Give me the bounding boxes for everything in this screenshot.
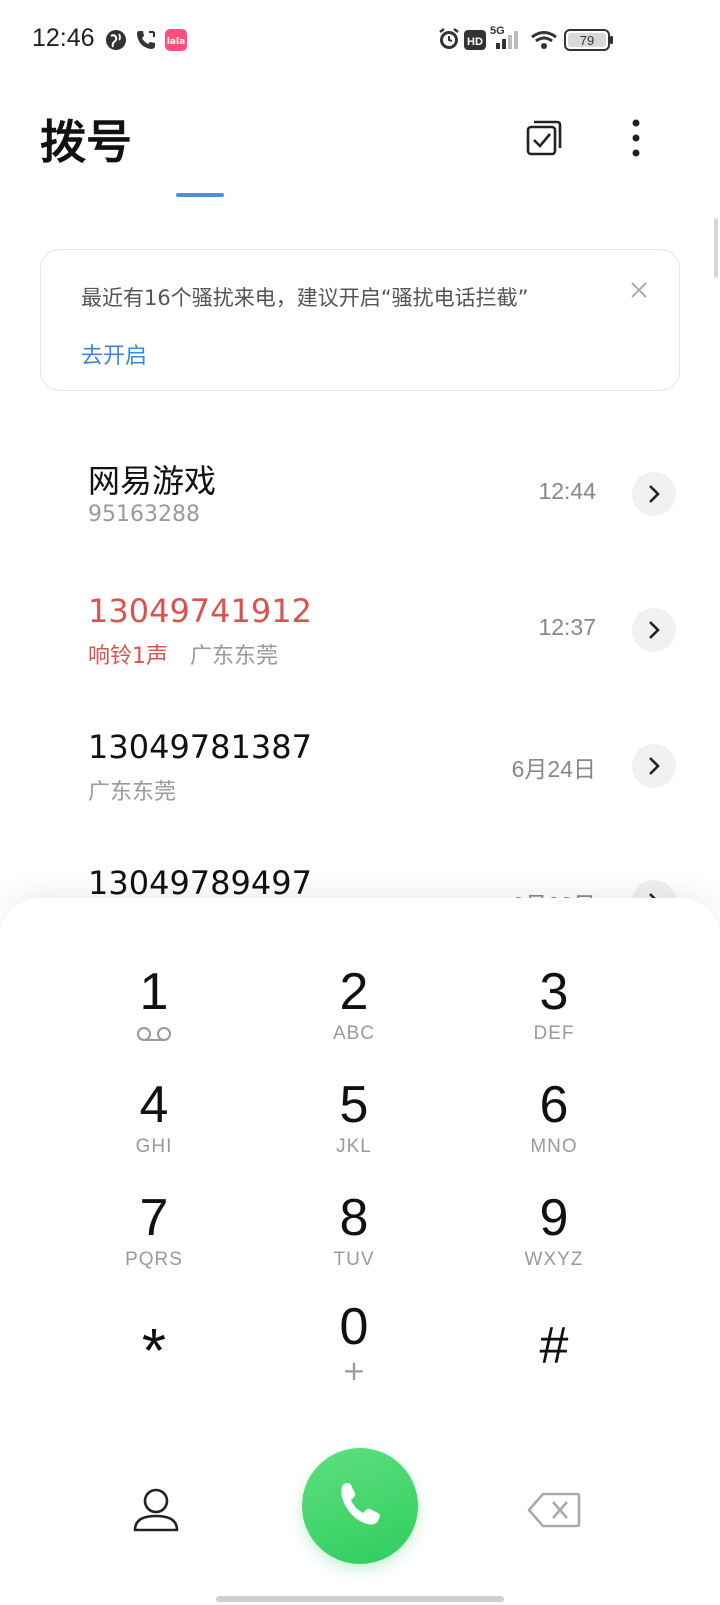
home-indicator[interactable] [216,1596,504,1602]
call-log-item[interactable]: 13049741912 响铃1声 广东东莞 12:37 [0,556,720,694]
globe-icon [104,28,128,52]
call-subtitle: 响铃1声 广东东莞 [88,638,278,670]
dial-key-0[interactable]: 0 + [254,1297,454,1407]
battery-icon: 79 [564,28,614,56]
call-time: 6月24日 [511,756,596,782]
contact-name: 13049741912 [88,592,312,630]
contact-name: 网易游戏 [88,462,217,500]
key-digit: 2 [339,963,369,1021]
tab-indicator [176,193,224,197]
key-letters: + [342,1354,366,1387]
svg-text:79: 79 [580,33,594,48]
key-digit: 3 [539,963,569,1021]
dial-key-3[interactable]: 3 DEF [454,962,654,1072]
key-digit: 8 [339,1189,369,1247]
dial-key-hash[interactable]: # [454,1316,654,1426]
chevron-right-icon [649,485,660,503]
key-digit: 7 [139,1189,169,1247]
person-icon [131,1486,181,1538]
alarm-icon [438,26,460,56]
backspace-icon [527,1492,581,1532]
phone-icon [335,1479,385,1533]
key-digit: 6 [539,1076,569,1134]
contact-name: 13049789497 [88,864,312,902]
phone-number: 95163288 [88,502,200,527]
dial-key-2[interactable]: 2 ABC [254,962,454,1072]
close-icon[interactable] [627,278,651,302]
key-letters: DEF [533,1023,575,1044]
key-digit: 4 [139,1076,169,1134]
key-letters: TUV [333,1249,375,1270]
spam-call-banner: 最近有16个骚扰来电，建议开启“骚扰电话拦截” 去开启 [40,249,680,391]
multi-select-icon [524,118,564,162]
call-log-item[interactable]: 13049781387 广东东莞 6月24日 [0,692,720,830]
enable-blocking-link[interactable]: 去开启 [81,338,147,370]
ring-count: 响铃1声 [88,644,168,669]
svg-text:HD: HD [467,36,483,48]
key-letters: MNO [530,1136,578,1157]
dialer-screen: 12:46 lala HD 5G 79 拨号 最近有16个骚扰来电，建议开启“骚… [0,0,720,1605]
more-vertical-icon [630,118,642,162]
multi-select-button[interactable] [520,116,568,164]
call-time: 12:37 [538,614,596,640]
dial-key-star[interactable]: * [54,1317,254,1432]
signal-5g-icon: 5G [490,24,524,56]
dial-key-8[interactable]: 8 TUV [254,1188,454,1298]
call-time: 12:44 [538,478,596,504]
key-letters: WXYZ [524,1249,584,1270]
chevron-right-icon [649,621,660,639]
contacts-button[interactable] [124,1480,188,1544]
call-log-list: 网易游戏 95163288 12:44 13049741912 响铃1声 广东东莞… [0,420,720,910]
contact-name: 13049781387 [88,728,312,766]
more-options-button[interactable] [612,116,660,164]
hd-icon: HD [464,30,486,54]
backspace-button[interactable] [522,1480,586,1544]
key-digit: 1 [139,963,169,1021]
dial-key-7[interactable]: 7 PQRS [54,1188,254,1298]
call-button[interactable] [302,1448,418,1564]
dial-key-6[interactable]: 6 MNO [454,1075,654,1185]
dial-key-4[interactable]: 4 GHI [54,1075,254,1185]
key-digit: 9 [539,1189,569,1247]
phone-icon [134,28,158,52]
call-location: 广东东莞 [88,780,177,805]
svg-text:lala: lala [167,37,185,47]
status-time: 12:46 [32,24,95,52]
dial-key-1[interactable]: 1 [54,962,254,1072]
svg-text:5G: 5G [490,25,505,37]
page-title: 拨号 [40,115,132,169]
key-digit: * [141,1317,167,1386]
banner-message: 最近有16个骚扰来电，建议开启“骚扰电话拦截” [81,286,529,310]
call-details-button[interactable] [632,472,676,516]
key-digit: 5 [339,1076,369,1134]
scrollbar[interactable] [714,218,718,278]
call-details-button[interactable] [632,608,676,652]
key-digit: 0 [339,1298,369,1356]
call-subtitle: 95163288 [88,502,200,527]
key-letters: ABC [332,1023,376,1044]
call-details-button[interactable] [632,744,676,788]
key-letters: PQRS [125,1249,183,1270]
call-subtitle: 广东东莞 [88,774,176,806]
key-letters: JKL [336,1136,372,1157]
wifi-icon [530,30,558,54]
key-digit: # [539,1317,569,1375]
chevron-right-icon [649,757,660,775]
key-letters: GHI [135,1136,173,1157]
call-location: 广东东莞 [190,644,279,669]
status-bar: 12:46 lala HD 5G 79 [0,0,720,80]
voicemail-icon [135,1024,173,1044]
call-log-item[interactable]: 网易游戏 95163288 12:44 [0,420,720,558]
dial-key-5[interactable]: 5 JKL [254,1075,454,1185]
dial-key-9[interactable]: 9 WXYZ [454,1188,654,1298]
app-badge-icon: lala [164,28,188,52]
